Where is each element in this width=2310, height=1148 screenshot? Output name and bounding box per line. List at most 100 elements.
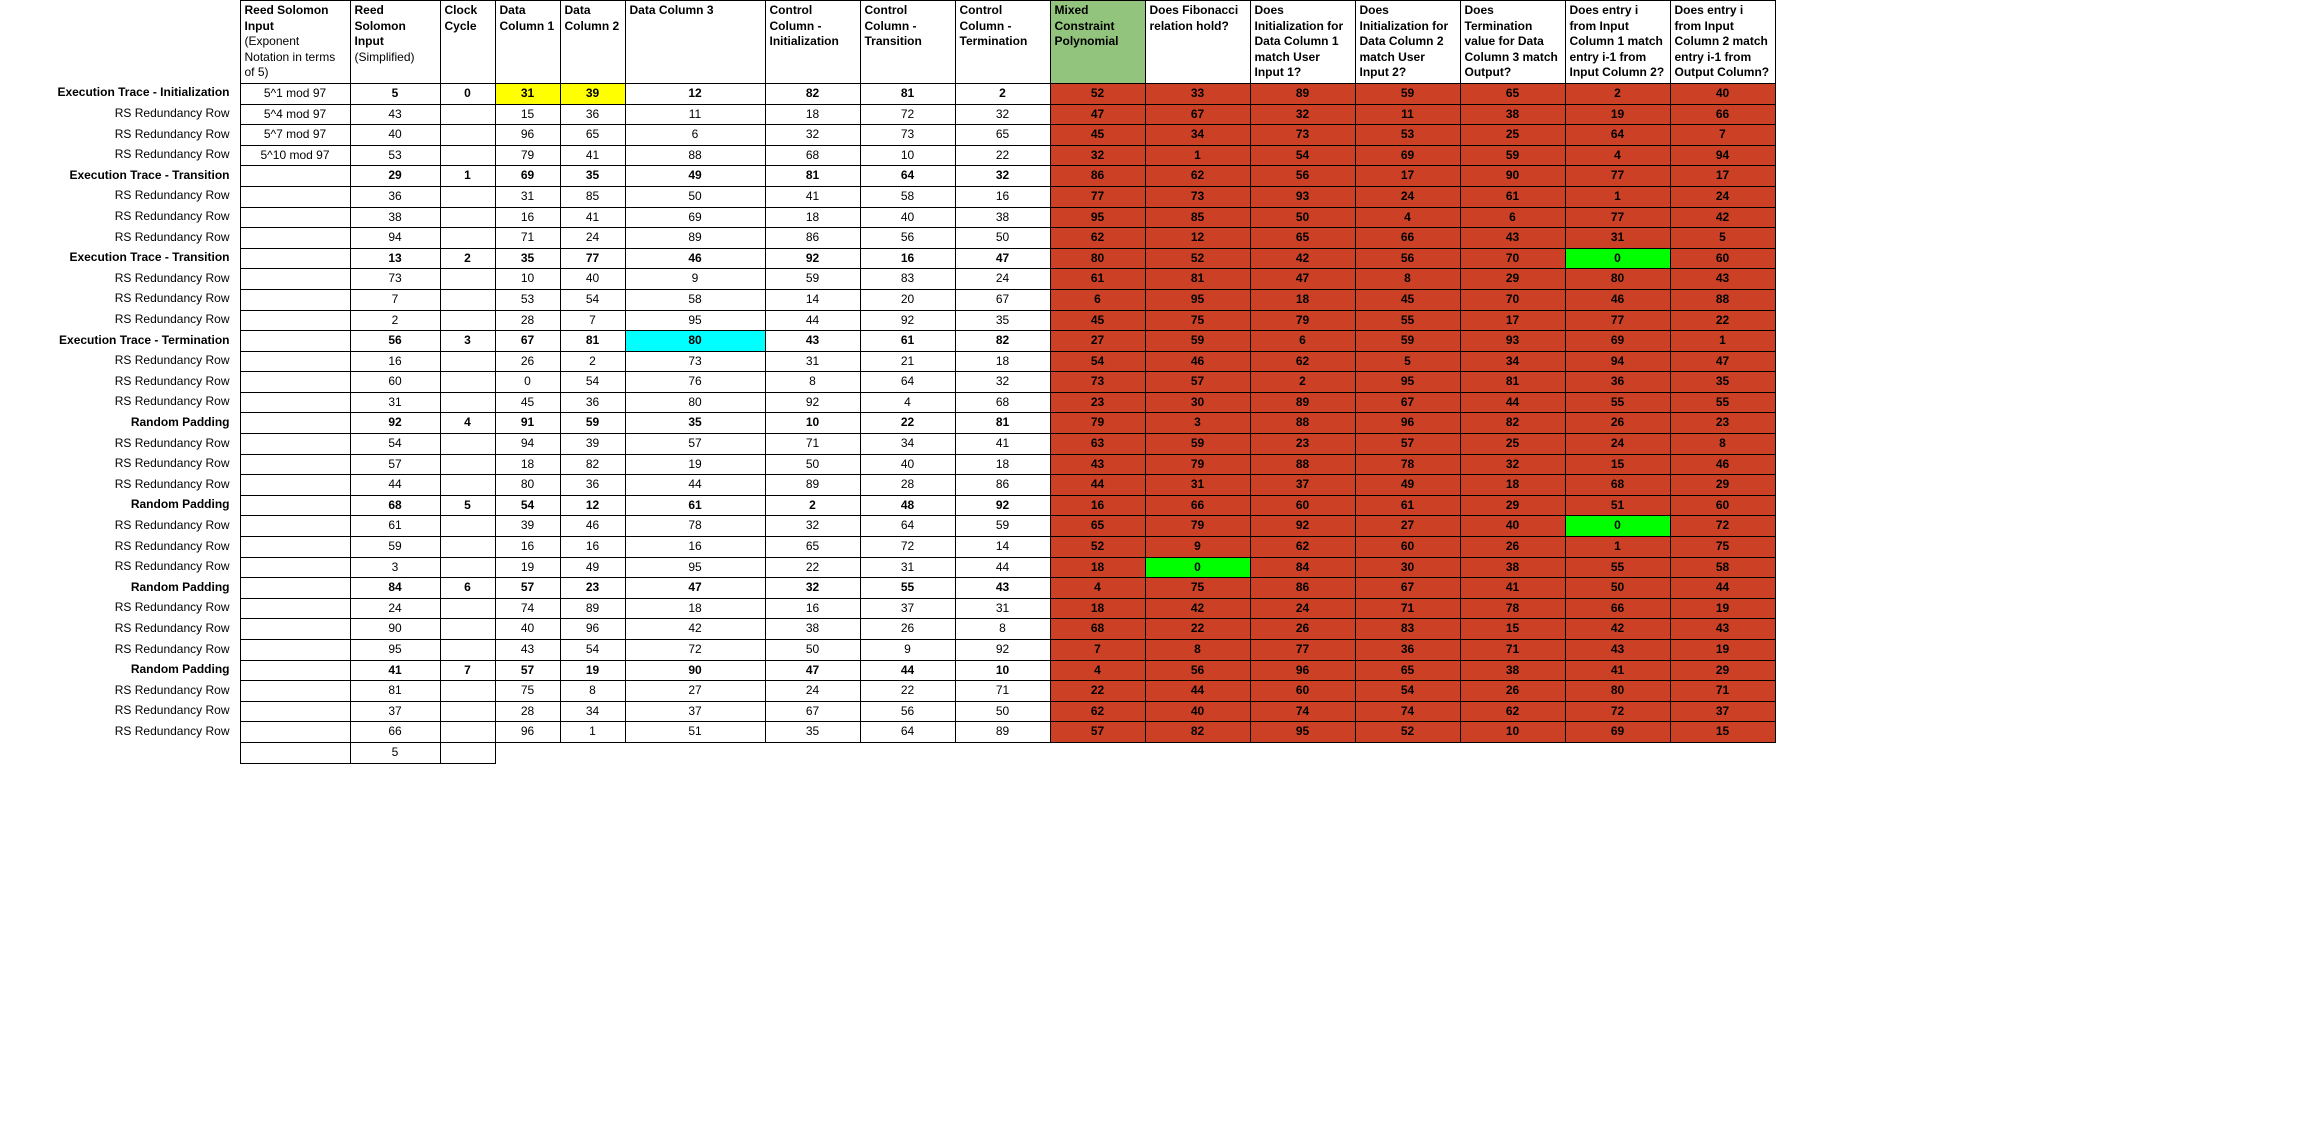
cell-cc3: 43: [955, 578, 1050, 599]
cell-dc1: 54: [495, 495, 560, 516]
cell-q2: 60: [1250, 681, 1355, 702]
cell-q6: 35: [1670, 372, 1775, 393]
cell-mcp: 77: [1050, 186, 1145, 207]
cell-rs2: 57: [350, 454, 440, 475]
cell-q6: 1: [1670, 331, 1775, 352]
cell-cc1: 22: [765, 557, 860, 578]
cell-dc1: 40: [495, 619, 560, 640]
cell-dc3: 42: [625, 619, 765, 640]
cell-mcp: 52: [1050, 537, 1145, 558]
cell-q4: 65: [1460, 83, 1565, 104]
row-label: RS Redundancy Row: [0, 516, 240, 537]
cell-dc1: 0: [495, 372, 560, 393]
row-label: RS Redundancy Row: [0, 701, 240, 722]
cell-q4: 34: [1460, 351, 1565, 372]
cell-q6: 5: [1670, 228, 1775, 249]
cell-cc3: 2: [955, 83, 1050, 104]
cell-q2: 93: [1250, 186, 1355, 207]
cell-rs1: 5^4 mod 97: [240, 104, 350, 125]
cell-clk: 0: [440, 83, 495, 104]
cell-cc1: 16: [765, 598, 860, 619]
row-label: Random Padding: [0, 660, 240, 681]
cell-dc3: 73: [625, 351, 765, 372]
cell-cc3: 65: [955, 125, 1050, 146]
cell-dc3: 90: [625, 660, 765, 681]
cell-clk: [440, 228, 495, 249]
row-label: Random Padding: [0, 495, 240, 516]
cell-dc1: 35: [495, 248, 560, 269]
cell-q2: [1250, 742, 1355, 763]
cell-q3: 60: [1355, 537, 1460, 558]
cell-cc1: [765, 742, 860, 763]
row-label: RS Redundancy Row: [0, 640, 240, 661]
cell-rs2: 5: [350, 83, 440, 104]
cell-dc3: 49: [625, 166, 765, 187]
cell-cc2: 73: [860, 125, 955, 146]
cell-cc1: 43: [765, 331, 860, 352]
cell-dc2: 41: [560, 145, 625, 166]
cell-cc3: 50: [955, 228, 1050, 249]
cell-cc3: 32: [955, 104, 1050, 125]
cell-q6: 19: [1670, 640, 1775, 661]
row-label: RS Redundancy Row: [0, 207, 240, 228]
cell-q2: 24: [1250, 598, 1355, 619]
cell-q3: 65: [1355, 660, 1460, 681]
row-label: RS Redundancy Row: [0, 454, 240, 475]
cell-clk: 3: [440, 331, 495, 352]
header-q1: Does Fibonacci relation hold?: [1145, 1, 1250, 84]
cell-dc2: 39: [560, 434, 625, 455]
cell-dc1: 31: [495, 83, 560, 104]
cell-q4: 70: [1460, 248, 1565, 269]
header-label: [0, 1, 240, 84]
cell-mcp: 65: [1050, 516, 1145, 537]
cell-rs1: [240, 331, 350, 352]
cell-cc2: 37: [860, 598, 955, 619]
cell-q4: 59: [1460, 145, 1565, 166]
cell-mcp: 18: [1050, 557, 1145, 578]
cell-dc1: 15: [495, 104, 560, 125]
cell-cc3: 86: [955, 475, 1050, 496]
cell-rs2: 3: [350, 557, 440, 578]
cell-dc1: 74: [495, 598, 560, 619]
row-label: RS Redundancy Row: [0, 186, 240, 207]
cell-q4: 43: [1460, 228, 1565, 249]
cell-rs1: [240, 392, 350, 413]
cell-q5: 0: [1565, 248, 1670, 269]
cell-q2: 47: [1250, 269, 1355, 290]
cell-q1: 85: [1145, 207, 1250, 228]
cell-mcp: 27: [1050, 331, 1145, 352]
cell-cc2: 64: [860, 516, 955, 537]
cell-dc3: 11: [625, 104, 765, 125]
cell-q5: 31: [1565, 228, 1670, 249]
row-label: Random Padding: [0, 413, 240, 434]
cell-q5: 46: [1565, 289, 1670, 310]
cell-rs1: 5^7 mod 97: [240, 125, 350, 146]
cell-dc3: 37: [625, 701, 765, 722]
cell-q4: 6: [1460, 207, 1565, 228]
cell-q2: 89: [1250, 83, 1355, 104]
cell-cc1: 8: [765, 372, 860, 393]
cell-q4: 71: [1460, 640, 1565, 661]
cell-q3: 59: [1355, 331, 1460, 352]
cell-cc3: 82: [955, 331, 1050, 352]
cell-mcp: 18: [1050, 598, 1145, 619]
cell-dc1: 26: [495, 351, 560, 372]
cell-q4: 44: [1460, 392, 1565, 413]
cell-cc2: 22: [860, 413, 955, 434]
cell-q5: 77: [1565, 166, 1670, 187]
cell-q6: 75: [1670, 537, 1775, 558]
cell-q5: 15: [1565, 454, 1670, 475]
cell-q2: 42: [1250, 248, 1355, 269]
cell-clk: [440, 516, 495, 537]
cell-rs2: 60: [350, 372, 440, 393]
cell-q5: 66: [1565, 598, 1670, 619]
header-clk: Clock Cycle: [440, 1, 495, 84]
cell-q5: 77: [1565, 310, 1670, 331]
cell-cc2: 48: [860, 495, 955, 516]
cell-dc2: 49: [560, 557, 625, 578]
cell-q1: 57: [1145, 372, 1250, 393]
cell-dc3: 35: [625, 413, 765, 434]
cell-rs1: [240, 619, 350, 640]
cell-cc2: 92: [860, 310, 955, 331]
cell-mcp: 4: [1050, 578, 1145, 599]
